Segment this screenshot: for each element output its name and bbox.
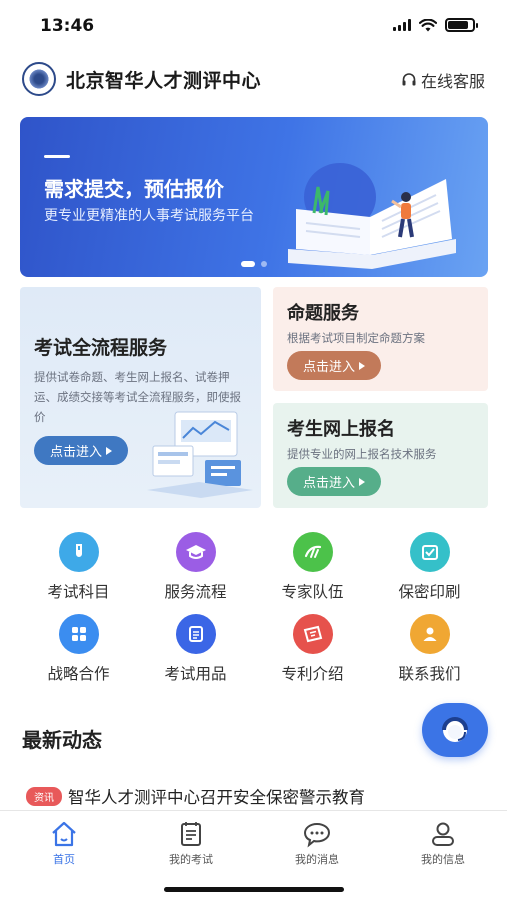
status-time: 13:46 xyxy=(40,16,95,36)
grid-item-exam-supplies[interactable]: 考试用品 xyxy=(137,614,254,684)
grid-label: 专家队伍 xyxy=(281,583,344,601)
status-icons xyxy=(393,18,478,32)
contact-user-icon xyxy=(409,614,450,654)
org-logo xyxy=(22,62,56,96)
grid-label: 联系我们 xyxy=(398,665,461,683)
tab-label: 我的考试 xyxy=(169,853,213,866)
battery-level xyxy=(448,21,469,29)
grid-label: 服务流程 xyxy=(164,583,227,601)
play-arrow-icon xyxy=(359,361,366,370)
exam-icon xyxy=(141,819,241,849)
profile-icon xyxy=(393,819,493,849)
team-badge-icon xyxy=(292,532,333,572)
promo-banner[interactable]: 需求提交，预估报价 更专业更精准的人事考试服务平台 xyxy=(20,117,488,277)
proposition-title: 命题服务 xyxy=(287,303,359,324)
service-avatar-icon xyxy=(442,717,468,742)
grid-label: 考试用品 xyxy=(164,665,227,683)
grid-label: 保密印刷 xyxy=(398,583,461,601)
grid-item-service-process[interactable]: 服务流程 xyxy=(137,532,254,602)
signal-icon xyxy=(393,19,411,31)
play-arrow-icon xyxy=(106,446,113,455)
grid-label: 战略合作 xyxy=(47,665,110,683)
book-illustration xyxy=(288,163,456,269)
online-exam-illustration xyxy=(147,411,253,498)
news-badge: 资讯 xyxy=(26,786,62,806)
registration-enter-button[interactable]: 点击进入 xyxy=(287,467,382,496)
tab-label: 我的消息 xyxy=(295,853,339,866)
home-indicator xyxy=(163,887,344,892)
banner-title: 需求提交，预估报价 xyxy=(44,177,224,201)
grid-item-secure-print[interactable]: 保密印刷 xyxy=(371,532,488,602)
grid-item-expert-team[interactable]: 专家队伍 xyxy=(254,532,371,602)
tab-label: 首页 xyxy=(53,853,75,866)
customer-service-float-button[interactable] xyxy=(422,703,488,757)
app-title: 北京智华人才测评中心 xyxy=(66,70,262,92)
registration-title: 考生网上报名 xyxy=(287,419,395,440)
document-list-icon xyxy=(175,614,216,654)
grid-item-exam-subjects[interactable]: 考试科目 xyxy=(20,532,137,602)
bottom-tab-bar: 首页 我的考试 我的消息 我的信息 xyxy=(0,810,507,900)
enter-button-label: 点击进入 xyxy=(303,476,356,491)
grid-label: 考试科目 xyxy=(47,583,110,601)
tab-label: 我的信息 xyxy=(421,853,465,866)
online-service-label: 在线客服 xyxy=(420,72,485,91)
enter-button-label: 点击进入 xyxy=(50,445,103,460)
news-title: 智华人才测评中心召开安全保密警示教育 xyxy=(68,788,365,807)
grid-item-patent-intro[interactable]: 专利介绍 xyxy=(254,614,371,684)
full-process-service-card[interactable]: 考试全流程服务 提供试卷命题、考生网上报名、试卷押运、成绩交接等考试全流程服务，… xyxy=(20,287,261,508)
tab-my-info[interactable]: 我的信息 xyxy=(393,819,493,867)
proposition-service-card[interactable]: 命题服务 根据考试项目制定命题方案 点击进入 xyxy=(273,287,488,391)
banner-accent-line xyxy=(44,155,70,158)
online-service-link[interactable]: 在线客服 xyxy=(401,68,485,92)
test-tube-icon xyxy=(58,532,99,572)
full-process-enter-button[interactable]: 点击进入 xyxy=(34,436,129,465)
banner-dot-2[interactable] xyxy=(261,261,267,267)
tab-my-exams[interactable]: 我的考试 xyxy=(141,819,241,867)
proposition-enter-button[interactable]: 点击进入 xyxy=(287,351,382,380)
status-bar: 13:46 xyxy=(0,0,507,52)
tab-home[interactable]: 首页 xyxy=(14,819,114,867)
news-heading: 最新动态 xyxy=(22,728,102,752)
grid-item-contact-us[interactable]: 联系我们 xyxy=(371,614,488,684)
proposition-desc: 根据考试项目制定命题方案 xyxy=(287,331,425,345)
registration-desc: 提供专业的网上报名技术服务 xyxy=(287,447,437,461)
full-process-title: 考试全流程服务 xyxy=(34,337,168,359)
ticket-icon xyxy=(292,614,333,654)
graduation-cap-icon xyxy=(175,532,216,572)
news-item[interactable]: 资讯 智华人才测评中心召开安全保密警示教育 xyxy=(26,784,365,808)
enter-button-label: 点击进入 xyxy=(303,360,356,375)
app-header: 北京智华人才测评中心 在线客服 xyxy=(0,60,507,100)
grid-label: 专利介绍 xyxy=(281,665,344,683)
battery-icon xyxy=(445,18,478,32)
message-icon xyxy=(267,819,367,849)
wifi-icon xyxy=(419,18,437,31)
banner-subtitle: 更专业更精准的人事考试服务平台 xyxy=(44,208,254,224)
banner-dot-1[interactable] xyxy=(241,261,255,267)
grid-apps-icon xyxy=(58,614,99,654)
play-arrow-icon xyxy=(359,477,366,486)
online-registration-card[interactable]: 考生网上报名 提供专业的网上报名技术服务 点击进入 xyxy=(273,403,488,508)
tab-my-messages[interactable]: 我的消息 xyxy=(267,819,367,867)
banner-pagination[interactable] xyxy=(241,261,267,267)
grid-item-strategic-cooperation[interactable]: 战略合作 xyxy=(20,614,137,684)
secure-print-icon xyxy=(409,532,450,572)
home-icon xyxy=(14,819,114,849)
headset-icon xyxy=(402,73,416,86)
